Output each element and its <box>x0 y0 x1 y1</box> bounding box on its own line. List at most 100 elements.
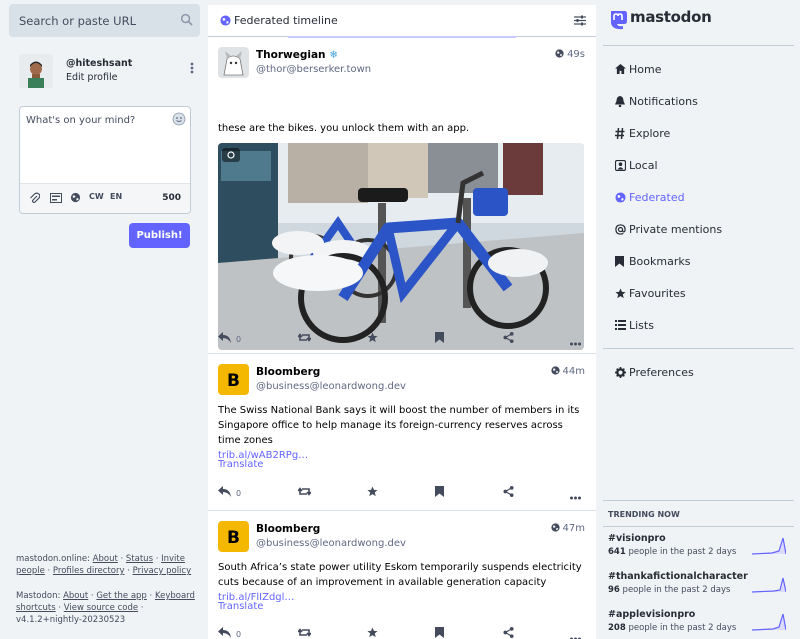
nav-local[interactable]: Local <box>603 150 794 182</box>
favourite-icon[interactable] <box>367 627 378 639</box>
boost-icon[interactable] <box>297 486 312 500</box>
search-icon[interactable] <box>180 13 193 29</box>
compose-form[interactable]: What's on your mind? CW EN 500 <box>19 106 191 214</box>
usage-suffix: people in the past 2 days <box>622 585 731 595</box>
about-mastodon-link[interactable]: About <box>63 591 88 601</box>
post-text: South Africa’s state power utility Eskom… <box>218 562 582 588</box>
post-timestamp[interactable]: 49s <box>555 49 585 60</box>
kebab-menu-icon[interactable] <box>190 62 194 77</box>
edit-profile-link[interactable]: Edit profile <box>66 72 117 83</box>
post-content: The Swiss National Bank says it will boo… <box>218 403 582 463</box>
bookmark-icon[interactable] <box>435 332 444 346</box>
emoji-picker-icon[interactable] <box>172 112 186 129</box>
reply-icon[interactable] <box>218 486 232 500</box>
share-icon[interactable] <box>503 627 514 639</box>
divider <box>603 500 794 501</box>
cw-button[interactable]: CW <box>89 192 104 201</box>
left-column: Search or paste URL @hiteshsant Edit pro… <box>9 0 201 639</box>
trending-tag-name: #thankafictionalcharacter <box>608 571 748 582</box>
avatar[interactable] <box>19 54 53 88</box>
post-timestamp[interactable]: 44m <box>550 366 585 377</box>
display-name[interactable]: Thorwegian ❄ <box>256 49 338 61</box>
search-input[interactable]: Search or paste URL <box>9 4 200 37</box>
avatar[interactable]: B <box>218 521 249 552</box>
share-icon[interactable] <box>503 332 514 346</box>
mastodon-footer: Mastodon: About · Get the app · Keyboard… <box>16 591 195 625</box>
account-panel: @hiteshsant Edit profile <box>19 54 201 88</box>
trend-sparkline <box>752 613 786 631</box>
nav-notifications[interactable]: Notifications <box>603 86 794 118</box>
status-post[interactable]: B Bloomberg @business@leonardwong.dev 47… <box>208 511 596 639</box>
reply-icon[interactable] <box>218 332 232 346</box>
avatar[interactable] <box>218 47 249 78</box>
column-settings-icon[interactable] <box>574 15 586 29</box>
display-name[interactable]: Bloomberg <box>256 523 320 535</box>
account-handle[interactable]: @business@leonardwong.dev <box>256 381 406 392</box>
display-name[interactable]: Bloomberg <box>256 366 320 378</box>
translate-button[interactable]: Translate <box>218 601 263 612</box>
snowflake-emoji: ❄ <box>329 49 338 61</box>
boost-icon[interactable] <box>297 627 312 639</box>
nav-private-mentions[interactable]: Private mentions <box>603 214 794 246</box>
mastodon-label: Mastodon <box>16 591 58 601</box>
nav-explore[interactable]: Explore <box>603 118 794 150</box>
account-handle[interactable]: @business@leonardwong.dev <box>256 538 406 549</box>
status-link[interactable]: Status <box>126 554 153 564</box>
trending-tag[interactable]: #thankafictionalcharacter 96 people in t… <box>603 571 794 609</box>
globe-icon <box>555 49 564 58</box>
trending-tag[interactable]: #visionpro 641 people in the past 2 days <box>603 533 794 571</box>
language-button[interactable]: EN <box>110 192 122 201</box>
nav-federated[interactable]: Federated <box>603 182 794 214</box>
post-content: South Africa’s state power utility Eskom… <box>218 560 582 605</box>
compose-textarea[interactable]: What's on your mind? <box>26 115 135 126</box>
bookmark-icon[interactable] <box>435 486 444 500</box>
favourite-icon[interactable] <box>367 486 378 500</box>
about-link[interactable]: About <box>93 554 118 564</box>
trending-tag[interactable]: #applevisionpro 208 people in the past 2… <box>603 609 794 639</box>
translate-button[interactable]: Translate <box>218 459 263 470</box>
share-icon[interactable] <box>503 486 514 500</box>
get-app-link[interactable]: Get the app <box>96 591 147 601</box>
account-handle[interactable]: @thor@berserker.town <box>256 64 371 75</box>
post-text: The Swiss National Bank says it will boo… <box>218 405 580 446</box>
bookmark-icon[interactable] <box>435 627 444 639</box>
globe-icon <box>220 15 231 29</box>
nav-preferences[interactable]: Preferences <box>603 357 794 389</box>
nav-label: Notifications <box>629 95 698 108</box>
more-icon[interactable] <box>570 490 581 503</box>
profiles-directory-link[interactable]: Profiles directory <box>53 566 125 576</box>
media-attachment[interactable] <box>218 143 584 350</box>
list-icon <box>615 320 626 333</box>
divider <box>603 526 794 527</box>
nav-bookmarks[interactable]: Bookmarks <box>603 246 794 278</box>
status-actions: 0 <box>218 332 582 348</box>
nav-home[interactable]: Home <box>603 54 794 86</box>
nav-lists[interactable]: Lists <box>603 310 794 342</box>
timeline-header: Federated timeline <box>208 5 596 38</box>
more-icon[interactable] <box>570 631 581 639</box>
avatar[interactable]: B <box>218 364 249 395</box>
status-post[interactable]: Thorwegian ❄ @thor@berserker.town 49s th… <box>208 37 596 354</box>
post-content: these are the bikes. you unlock them wit… <box>218 123 470 134</box>
nav-label: Favourites <box>629 287 686 300</box>
timestamp-text: 49s <box>567 49 585 60</box>
reply-icon[interactable] <box>218 627 232 639</box>
nav-label: Preferences <box>629 366 694 379</box>
svg-text:B: B <box>227 528 240 548</box>
poll-icon[interactable] <box>50 193 62 205</box>
publish-button[interactable]: Publish! <box>129 223 190 248</box>
post-timestamp[interactable]: 47m <box>550 523 585 534</box>
favourite-icon[interactable] <box>367 332 378 346</box>
status-post[interactable]: B Bloomberg @business@leonardwong.dev 44… <box>208 354 596 511</box>
more-icon[interactable] <box>570 336 581 349</box>
boost-icon[interactable] <box>297 332 312 346</box>
character-counter: 500 <box>162 193 181 203</box>
nav-favourites[interactable]: Favourites <box>603 278 794 310</box>
nav-label: Explore <box>629 127 671 140</box>
view-source-link[interactable]: View source code <box>64 603 138 613</box>
account-handle[interactable]: @hiteshsant <box>66 58 132 69</box>
paperclip-icon[interactable] <box>29 192 41 206</box>
privacy-policy-link[interactable]: Privacy policy <box>133 566 192 576</box>
globe-icon[interactable] <box>70 192 81 205</box>
bell-icon <box>615 96 625 110</box>
